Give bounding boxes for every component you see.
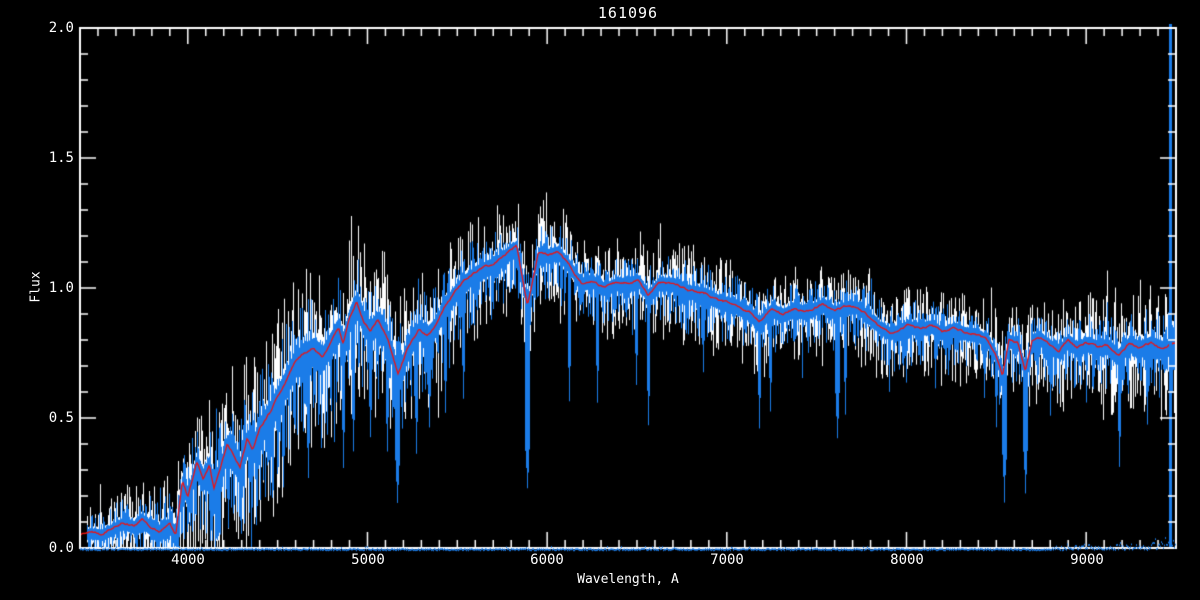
y-tick-label: 2.0 [48,20,74,36]
y-tick-label: 0.5 [48,410,74,426]
x-tick-label: 6000 [530,552,564,568]
x-tick-label: 5000 [351,552,385,568]
y-tick-label: 1.5 [48,150,74,166]
spectrum-canvas [0,0,1200,600]
x-axis-label: Wavelength, A [577,572,679,587]
plot-title: 161096 [597,4,659,22]
spectrum-figure: 161096 Wavelength, A Flux 2.0 1.5 1.0 0.… [0,0,1200,600]
x-tick-label: 7000 [710,552,744,568]
y-tick-label: 1.0 [48,280,74,296]
y-tick-label: 0.0 [48,540,74,556]
x-tick-label: 8000 [890,552,924,568]
x-tick-label: 9000 [1070,552,1104,568]
x-tick-label: 4000 [171,552,205,568]
